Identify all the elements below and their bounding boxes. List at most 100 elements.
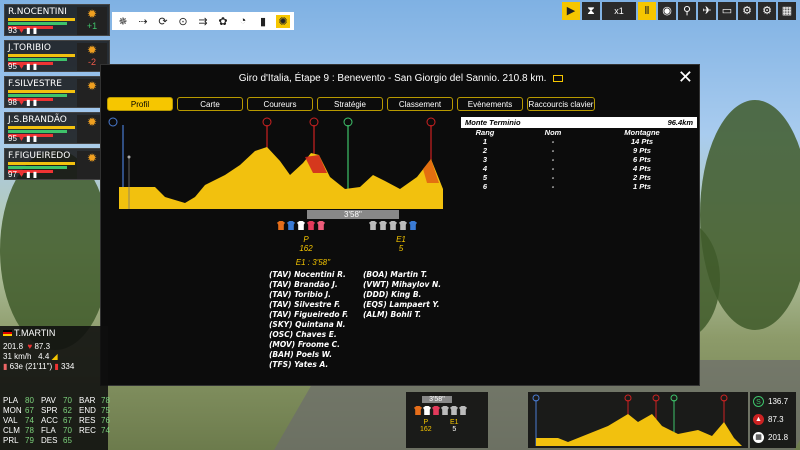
peloton-shirts[interactable] [277, 221, 325, 230]
rider-card[interactable]: F.FIGUEIREDO 97 ♥ ▮ ▮ ✹ [4, 148, 110, 180]
list-item[interactable]: (TAV) Brandão J. [269, 280, 348, 290]
helicopter-icon[interactable]: ✈ [698, 2, 716, 20]
motorbike-icon[interactable]: ⚲ [678, 2, 696, 20]
jersey-icon [307, 221, 315, 230]
list-item[interactable]: (TAV) Silvestre F. [269, 300, 348, 310]
hourglass-icon[interactable]: ⧗ [582, 2, 600, 20]
heart-icon: ♥ [27, 342, 33, 351]
stat-value: 67 [25, 406, 34, 415]
food-icon[interactable]: ✿ [216, 15, 230, 28]
stat-value: 75 [101, 406, 110, 415]
tab-coureurs[interactable]: Coureurs [247, 97, 313, 111]
jersey-icon: ▮ [54, 362, 59, 371]
stat-value: 70 [63, 426, 72, 435]
list-item[interactable]: (DDD) King B. [363, 290, 441, 300]
jersey-icon [399, 221, 407, 230]
list-item[interactable]: (BOA) Martin T. [363, 270, 441, 280]
pause-icon[interactable]: Ⅱ [638, 2, 656, 20]
stat-label: DES [41, 436, 58, 445]
rider-card[interactable]: J.S.BRANDÃO 95 ♥ ▮ ▮ ✹ [4, 112, 110, 144]
list-item[interactable]: (TFS) Yates A. [269, 360, 348, 370]
rider-card[interactable]: R.NOCENTINI 93 ♥ ▮ ▮ ✹ +1 [4, 4, 110, 36]
breakaway-shirts[interactable] [369, 221, 417, 230]
list-item[interactable]: (BAH) Poels W. [269, 350, 348, 360]
tab-profil[interactable]: Profil [107, 97, 173, 111]
relay-icon[interactable]: ⟳ [156, 15, 170, 28]
jersey-icon [423, 406, 431, 415]
rider-status: ✹ +1 [77, 7, 107, 35]
stat-label: MON [3, 406, 22, 415]
bottle-icon[interactable]: ▮ [256, 15, 270, 28]
rider-name: F.FIGUEIREDO [8, 151, 71, 161]
list-item[interactable]: (SKY) Quintana N. [269, 320, 348, 330]
jersey-icon [317, 221, 325, 230]
tv-icon[interactable] [553, 74, 564, 82]
tab-evenements[interactable]: Evènements [457, 97, 523, 111]
table-row: 4-4 Pts [482, 164, 651, 173]
heart-icon: ♥ [19, 170, 24, 179]
play-icon[interactable]: ▶ [562, 2, 580, 20]
stat-label [79, 436, 101, 445]
race-modal: Giro d'Italia, Étape 9 : Benevento - San… [100, 64, 700, 386]
list-item[interactable]: (TAV) Nocentini R. [269, 270, 348, 280]
stat-label: FLA [41, 426, 56, 435]
wheel-icon[interactable]: ⊙ [176, 15, 190, 28]
heart-icon: ♥ [19, 98, 24, 107]
lead-icon[interactable]: ⇉ [196, 15, 210, 28]
jersey-icon [459, 406, 467, 415]
tab-classement[interactable]: Classement [387, 97, 453, 111]
time-speed[interactable]: x1 [602, 2, 636, 20]
tab-carte[interactable]: Carte [177, 97, 243, 111]
jersey-icon: ▮ [32, 98, 38, 107]
list-item[interactable]: (MOV) Froome C. [269, 340, 348, 350]
settings-gear-icon[interactable]: ⚙ [758, 2, 776, 20]
attack-icon[interactable]: ✵ [116, 15, 130, 28]
eye-icon[interactable]: ◉ [658, 2, 676, 20]
jersey-icon: ▮ [32, 170, 38, 179]
stat-label: BAR [79, 396, 96, 405]
distance-stats: S 136.7 ▲ 87.3 ▦ 201.8 [750, 392, 796, 448]
rider-card[interactable]: F.SILVESTRE 98 ♥ ▮ ▮ ✹ [4, 76, 110, 108]
list-item[interactable]: (OSC) Chaves E. [269, 330, 348, 340]
list-item[interactable]: (TAV) Figueiredo F. [269, 310, 348, 320]
breakaway-gap: E1 : 3'58'' [295, 258, 331, 267]
cyclist-icon[interactable]: ⚙ [738, 2, 756, 20]
player-stats-panel: T.MARTIN 201.8 ♥ 87.3 31 km/h 4.4 ◢ ▮ 63… [0, 326, 110, 450]
close-icon[interactable]: ✕ [678, 67, 693, 88]
stat-label: SPR [41, 406, 58, 415]
stat-label: END [79, 406, 96, 415]
list-item[interactable]: (TAV) Toribio J. [269, 290, 348, 300]
rider-name: R.NOCENTINI [8, 7, 67, 17]
list-item[interactable]: (ALM) Bohli T. [363, 310, 441, 320]
mini-race-view[interactable]: 3'58'' P 162 E1 5 [406, 392, 488, 448]
stat-value: 76 [101, 416, 110, 425]
tab-strategie[interactable]: Stratégie [317, 97, 383, 111]
jersey-icon [297, 221, 305, 230]
rider-card[interactable]: J.TORIBIO 95 ♥ ▮ ▮ ✹ -2 [4, 40, 110, 72]
sprint-marker-icon [343, 117, 353, 127]
gap-indicator: 3'58'' [307, 210, 399, 219]
table-row: 5-2 Pts [482, 173, 651, 182]
list-item[interactable]: (EQS) Lampaert Y. [363, 300, 441, 310]
car-icon[interactable]: ▭ [718, 2, 736, 20]
table-row: 2-9 Pts [482, 146, 651, 155]
bottle-icon: ▮ [26, 170, 31, 179]
list-item[interactable]: (VWT) Mihaylov N. [363, 280, 441, 290]
jersey-icon [432, 406, 440, 415]
elevation-icon: ▲ [753, 413, 764, 425]
jersey-icon [409, 221, 417, 230]
tab-raccourcis[interactable]: Raccourcis clavier [527, 97, 595, 111]
rider-name: J.TORIBIO [8, 43, 51, 53]
chrono-icon[interactable]: ◔ [236, 15, 250, 27]
settings-icon[interactable]: ✺ [276, 14, 290, 28]
stat-label: PAV [41, 396, 56, 405]
stat-label: REC [79, 426, 96, 435]
rider-name: F.SILVESTRE [8, 79, 62, 89]
grid-icon[interactable]: ▦ [778, 2, 796, 20]
follow-icon[interactable]: ⇢ [136, 15, 150, 28]
heart-icon: ♥ [19, 26, 24, 35]
jersey-icon [441, 406, 449, 415]
rider-attributes: PLA 80 PAV 70 BAR 78 MON 67 SPR 62 END 75 VAL 74 ACC 67… [3, 396, 113, 445]
mini-stage-profile[interactable] [528, 392, 748, 448]
stat-value: 80 [25, 396, 34, 405]
